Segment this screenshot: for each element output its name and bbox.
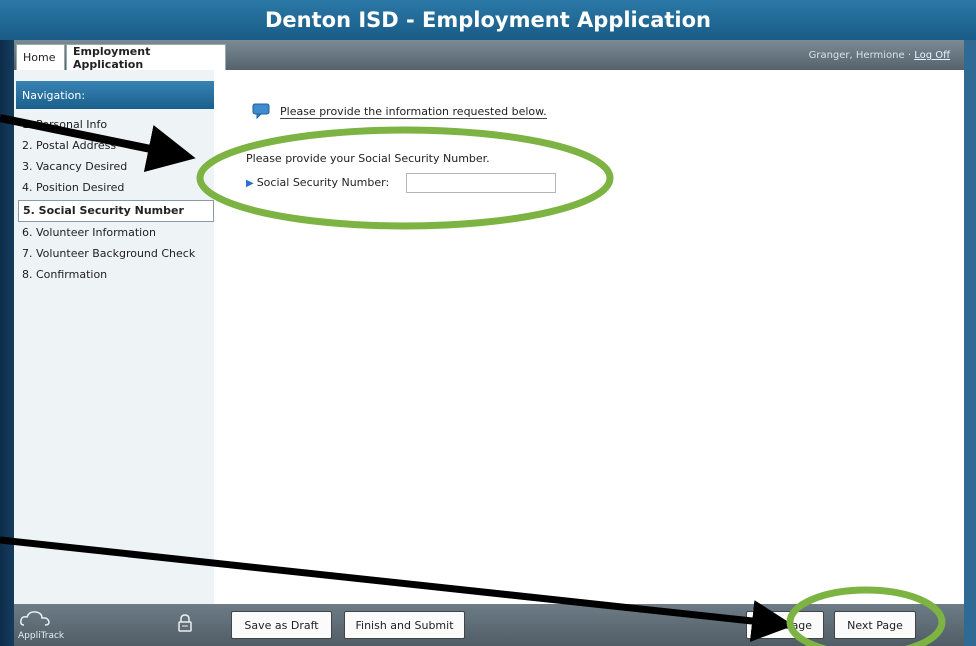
applitrack-logo: AppliTrack <box>18 608 78 642</box>
tab-bar: Home Employment Application Granger, Her… <box>14 40 964 71</box>
nav-item-volunteer-background-check[interactable]: 7. Volunteer Background Check <box>18 244 214 265</box>
lock-icon[interactable] <box>178 614 192 632</box>
ssn-input[interactable] <box>406 173 556 193</box>
applitrack-cloud-logo <box>20 611 50 626</box>
info-message: Please provide the information requested… <box>280 105 547 119</box>
nav-item-postal-address[interactable]: 2. Postal Address <box>18 136 214 157</box>
prev-page-button[interactable]: Prev Page <box>746 611 824 639</box>
navigation-heading: Navigation: <box>16 81 214 109</box>
nav-item-vacancy-desired[interactable]: 3. Vacancy Desired <box>18 157 214 178</box>
sidebar: Navigation: 1. Personal Info 2. Postal A… <box>14 70 214 604</box>
nav-item-social-security-number[interactable]: 5. Social Security Number <box>18 200 214 222</box>
footer-bar: AppliTrack Save as Draft Finish and Subm… <box>14 604 964 646</box>
content-area: Navigation: 1. Personal Info 2. Postal A… <box>14 70 964 604</box>
finish-and-submit-button[interactable]: Finish and Submit <box>344 611 465 639</box>
user-name: Granger, Hermione <box>808 50 905 61</box>
ssn-label: Social Security Number: <box>256 176 390 189</box>
ssn-prompt: Please provide your Social Security Numb… <box>246 152 490 165</box>
user-info: Granger, Hermione · Log Off <box>809 50 950 61</box>
log-off-link[interactable]: Log Off <box>914 50 950 61</box>
nav-item-confirmation[interactable]: 8. Confirmation <box>18 265 214 286</box>
tab-home[interactable]: Home <box>16 44 65 70</box>
nav-item-personal-info[interactable]: 1. Personal Info <box>18 115 214 136</box>
navigation-list: 1. Personal Info 2. Postal Address 3. Va… <box>18 115 214 286</box>
window-title: Denton ISD - Employment Application <box>0 0 976 40</box>
user-separator: · <box>904 50 915 61</box>
speech-bubble-icon <box>252 103 270 119</box>
blue-triangle-icon: ▶ <box>246 178 254 189</box>
save-as-draft-button[interactable]: Save as Draft <box>231 611 332 639</box>
nav-item-position-desired[interactable]: 4. Position Desired <box>18 178 214 199</box>
tab-employment-application[interactable]: Employment Application <box>66 44 226 71</box>
nav-item-volunteer-information[interactable]: 6. Volunteer Information <box>18 223 214 244</box>
main-panel: Please provide the information requested… <box>228 70 964 604</box>
next-page-button[interactable]: Next Page <box>834 611 916 639</box>
applitrack-brand: AppliTrack <box>18 631 65 641</box>
ssn-label-row: ▶ Social Security Number: <box>246 176 389 189</box>
